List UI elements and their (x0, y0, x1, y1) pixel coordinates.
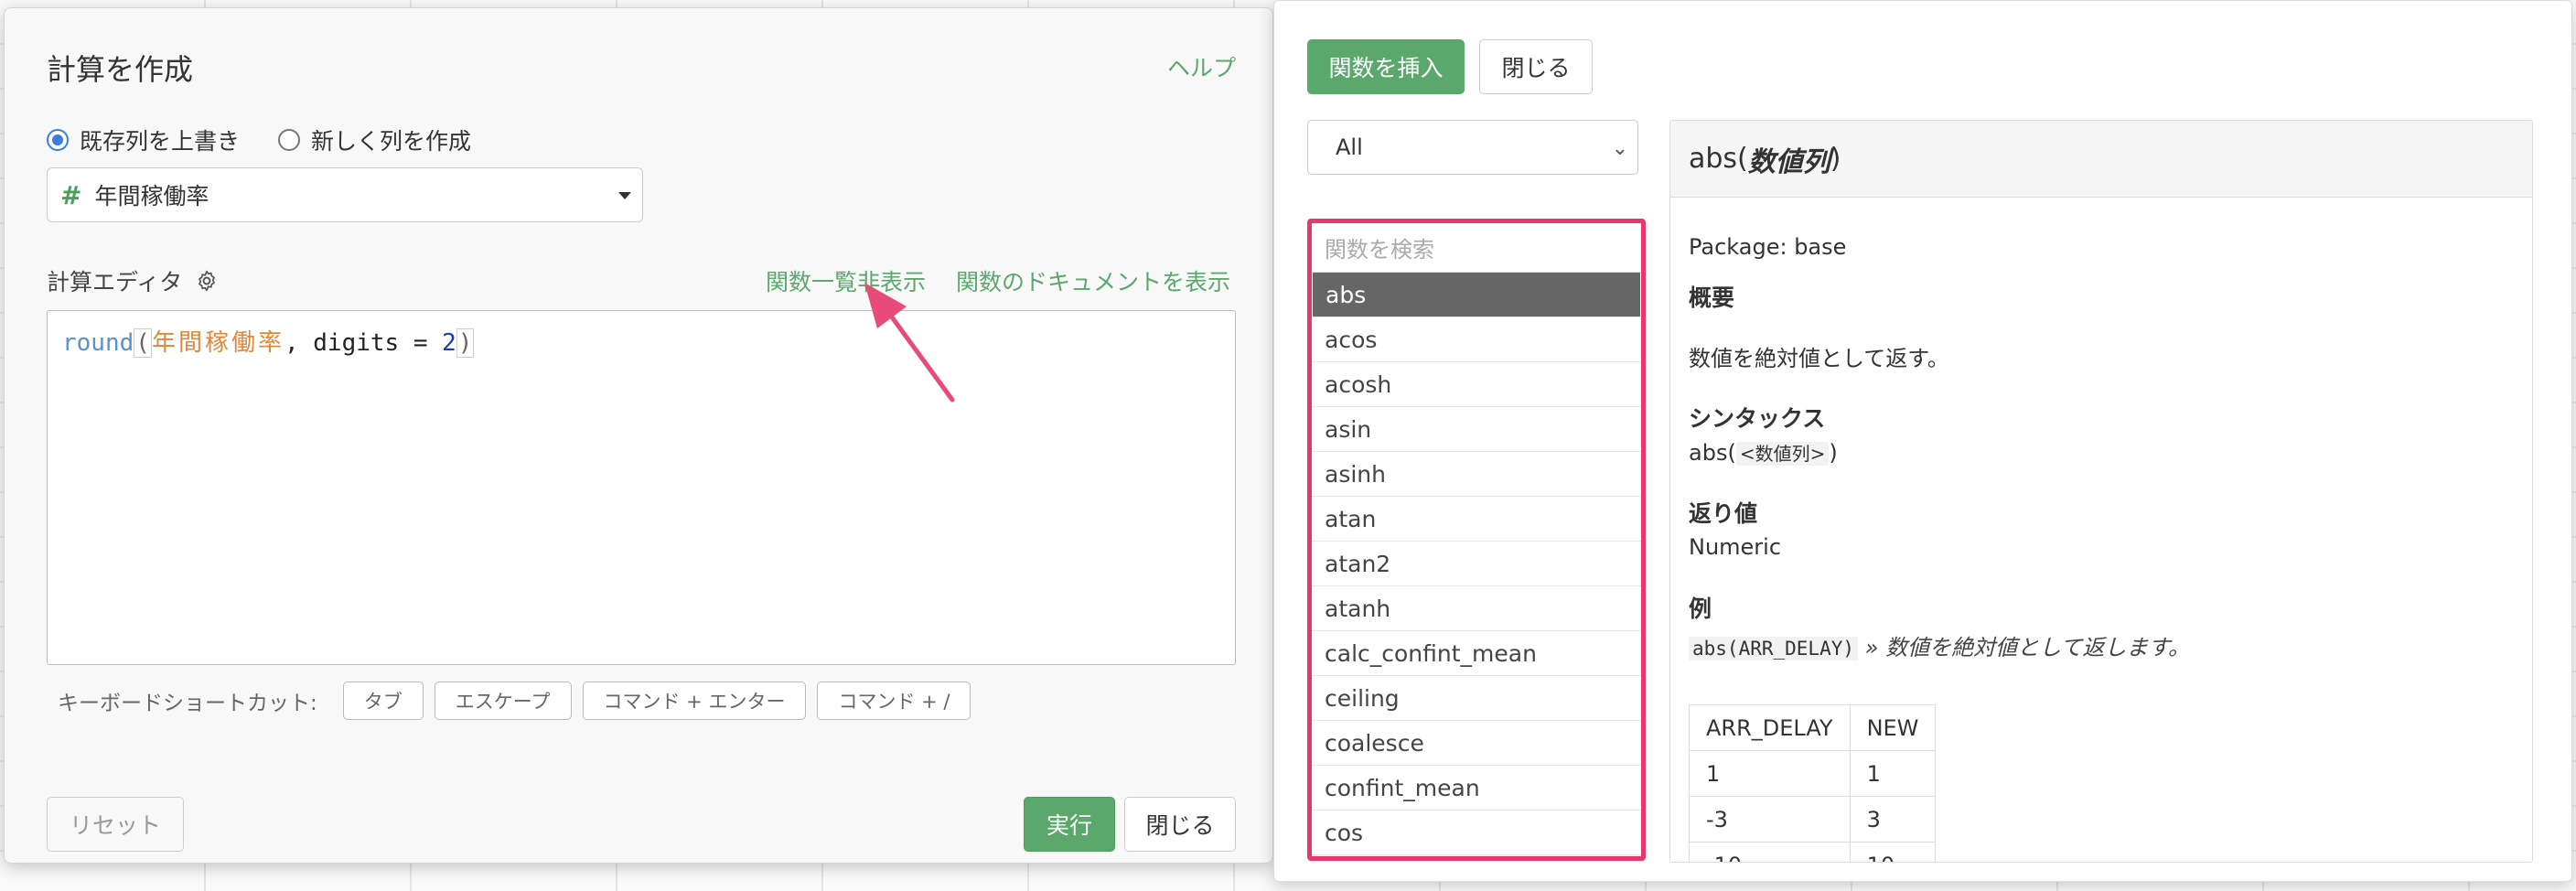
doc-title-close: ) (1830, 143, 1841, 175)
doc-return-heading: 返り値 (1689, 500, 1758, 527)
table-row: -10 10 (1689, 842, 1937, 862)
code-function-token: round (62, 329, 134, 357)
function-list: 関数を検索 abs acos acosh asin asinh atan ata… (1307, 219, 1646, 861)
doc-package: Package: base (1689, 234, 1847, 260)
run-button[interactable]: 実行 (1024, 797, 1115, 852)
function-doc-panel: abs(数値列) Package: base 概要 数値を絶対値として返す。 シ… (1669, 120, 2533, 863)
table-header-row: ARR_DELAY NEW (1689, 704, 1937, 751)
table-cell: 1 (1689, 750, 1851, 797)
caret-down-icon (618, 192, 631, 199)
table-row: 1 1 (1689, 750, 1937, 797)
table-cell: 3 (1849, 796, 1937, 843)
dialog-title: 計算を作成 (47, 52, 194, 87)
function-item[interactable]: asinh (1312, 452, 1641, 497)
radio-overwrite[interactable] (47, 129, 69, 151)
doc-title-fn: abs( (1689, 143, 1748, 175)
numeric-column-icon: # (60, 179, 82, 210)
radio-new-column-label[interactable]: 新しく列を作成 (311, 123, 471, 156)
doc-return-text: Numeric (1689, 534, 1782, 560)
function-item[interactable]: abs (1313, 273, 1640, 317)
mode-radio-group: 既存列を上書き 新しく列を作成 (47, 123, 510, 156)
function-item[interactable]: calc_confint_mean (1312, 631, 1641, 676)
column-select[interactable]: # 年間稼働率 (47, 167, 643, 222)
code-close-paren: ) (456, 328, 475, 358)
category-select-value: All (1336, 134, 1363, 160)
table-cell: 1 (1849, 750, 1937, 797)
editor-label-row: 計算エディタ (47, 264, 219, 297)
annotation-arrow (864, 283, 955, 403)
doc-title-arg: 数値列 (1747, 145, 1830, 178)
panel-close-button[interactable]: 閉じる (1479, 39, 1593, 94)
shortcut-tab: タブ (342, 682, 424, 720)
doc-syntax: abs(<数値列>) (1689, 439, 1838, 466)
function-item[interactable]: confint_mean (1312, 766, 1641, 810)
table-cell: -3 (1689, 796, 1851, 843)
function-search-input[interactable]: 関数を検索 (1312, 223, 1641, 273)
doc-overview-heading: 概要 (1689, 284, 1735, 311)
help-link[interactable]: ヘルプ (1167, 50, 1236, 83)
doc-example: abs(ARR_DELAY) » 数値を絶対値として返します。 (1689, 629, 2190, 661)
calculation-editor[interactable]: round(年間稼働率, digits = 2) (47, 310, 1236, 665)
function-item[interactable]: coalesce (1312, 721, 1641, 766)
shortcut-cmd-slash: コマンド + / (817, 682, 971, 720)
gear-icon[interactable] (195, 269, 219, 293)
code-column-token: 年間稼働率 (151, 329, 284, 357)
doc-overview-text: 数値を絶対値として返す。 (1689, 346, 1949, 371)
table-cell: -10 (1689, 842, 1851, 862)
function-item[interactable]: acos (1312, 317, 1641, 362)
keyboard-shortcuts: キーボードショートカット: タブ エスケープ コマンド + エンター コマンド … (58, 682, 982, 720)
doc-example-code: abs(ARR_DELAY) (1689, 637, 1859, 660)
function-item[interactable]: asin (1312, 407, 1641, 452)
doc-syntax-close: ) (1829, 440, 1838, 466)
shortcut-label: キーボードショートカット: (58, 692, 317, 715)
function-item[interactable]: atan (1312, 497, 1641, 542)
shortcut-escape: エスケープ (434, 682, 572, 720)
code-number-token: 2 (442, 329, 456, 357)
doc-syntax-fn: abs( (1689, 440, 1736, 466)
code-open-paren: ( (134, 328, 152, 358)
reset-button[interactable]: リセット (47, 797, 184, 852)
column-select-value: 年間稼働率 (94, 183, 209, 209)
insert-function-button[interactable]: 関数を挿入 (1307, 39, 1465, 94)
function-item[interactable]: cos (1312, 810, 1641, 855)
show-function-docs-link[interactable]: 関数のドキュメントを表示 (956, 264, 1230, 297)
function-item[interactable]: atan2 (1312, 542, 1641, 586)
chevron-updown-icon: ⌄ (1611, 137, 1628, 160)
code-args-token: , digits = (284, 329, 443, 357)
doc-example-heading: 例 (1689, 596, 1712, 622)
doc-example-desc: 数値を絶対値として返します。 (1885, 635, 2190, 660)
function-reference-panel: 関数を挿入 閉じる All ⌄ 関数を検索 abs acos acosh asi… (1273, 0, 2572, 882)
doc-title: abs(数値列) (1670, 121, 2532, 198)
doc-example-sep: » (1858, 635, 1886, 660)
doc-syntax-arg: <数値列> (1735, 442, 1830, 466)
editor-label: 計算エディタ (47, 269, 183, 295)
table-header: NEW (1849, 704, 1937, 751)
shortcut-cmd-enter: コマンド + エンター (582, 682, 807, 720)
create-calculation-dialog: 計算を作成 ヘルプ 既存列を上書き 新しく列を作成 # 年間稼働率 計算エディタ… (4, 7, 1273, 864)
radio-overwrite-label[interactable]: 既存列を上書き (80, 123, 240, 156)
close-button[interactable]: 閉じる (1124, 797, 1236, 852)
function-item[interactable]: ceiling (1312, 676, 1641, 721)
doc-example-table: ARR_DELAY NEW 1 1 -3 3 -10 10 (1689, 704, 1937, 862)
table-header: ARR_DELAY (1689, 704, 1851, 751)
radio-new-column[interactable] (278, 129, 301, 151)
table-cell: 10 (1849, 842, 1937, 862)
doc-syntax-heading: シンタックス (1689, 405, 1826, 432)
table-row: -3 3 (1689, 796, 1937, 843)
category-select[interactable]: All ⌄ (1307, 120, 1638, 175)
function-item[interactable]: atanh (1312, 586, 1641, 631)
function-item[interactable]: acosh (1312, 362, 1641, 407)
